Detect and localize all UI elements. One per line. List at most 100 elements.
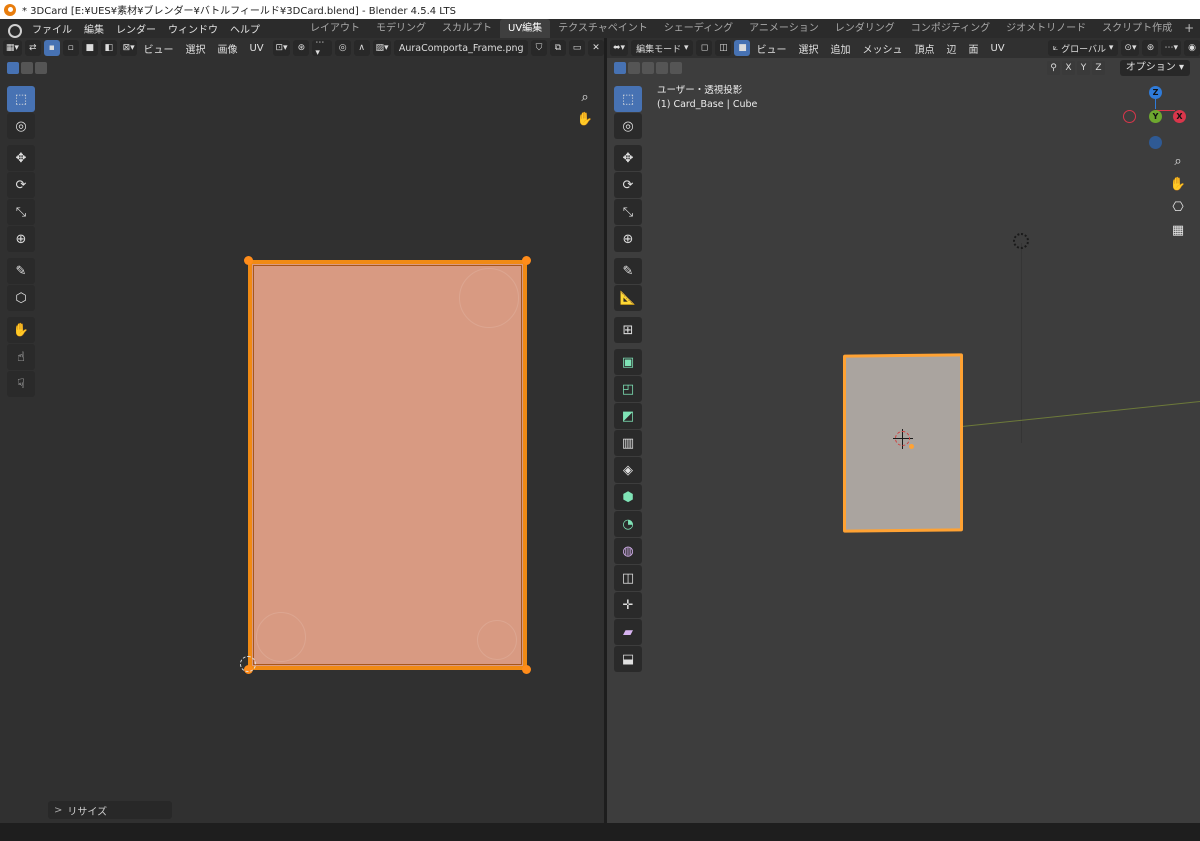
cursor-tool[interactable]: ◎ (7, 113, 35, 139)
tab-sculpting[interactable]: スカルプト (434, 19, 500, 38)
zoom-icon[interactable]: ⌕ (1167, 150, 1189, 172)
unlink-image-icon[interactable]: ✕ (588, 40, 604, 56)
pivot-icon[interactable]: ⊙▾ (1121, 40, 1140, 56)
uv-menu-select[interactable]: 選択 (179, 41, 211, 56)
tab-scripting[interactable]: スクリプト作成 (1094, 19, 1180, 38)
image-browse-icon[interactable]: ▨▾ (372, 40, 392, 56)
shrink-fatten-tool[interactable]: ✛ (614, 592, 642, 618)
proportional-edit-icon[interactable]: ◉ (1184, 40, 1200, 56)
image-name-field[interactable]: AuraComporta_Frame.png (394, 40, 528, 56)
menu-render[interactable]: レンダー (110, 21, 162, 36)
select-mode-new-icon[interactable] (7, 62, 19, 74)
fake-user-icon[interactable]: ⛉ (531, 40, 547, 56)
snap-icon[interactable]: ⊛ (1142, 40, 1159, 56)
gizmo-z-axis[interactable]: Z (1149, 86, 1162, 99)
tab-rendering[interactable]: レンダリング (827, 19, 903, 38)
select-mode-extend-icon[interactable] (628, 62, 640, 74)
gizmo-x-axis[interactable]: X (1173, 110, 1186, 123)
vp-menu-select[interactable]: 選択 (792, 41, 824, 56)
face-select-mode-icon[interactable]: ■ (81, 40, 98, 56)
uv-vertex[interactable] (522, 665, 531, 674)
uv-vertex[interactable] (522, 256, 531, 265)
gizmo-neg-z-axis[interactable] (1149, 136, 1162, 149)
tab-shading[interactable]: シェーディング (656, 19, 741, 38)
menu-edit[interactable]: 編集 (78, 21, 110, 36)
bevel-tool[interactable]: ◩ (614, 403, 642, 429)
last-operator-panel[interactable]: > リサイズ (48, 801, 172, 819)
vertex-select-mode-icon[interactable]: ▪ (43, 40, 60, 56)
measure-tool[interactable]: 📐 (614, 285, 642, 311)
island-select-mode-icon[interactable]: ◧ (100, 40, 117, 56)
tab-modeling[interactable]: モデリング (368, 19, 434, 38)
scale-tool[interactable]: ⤡ (7, 199, 35, 225)
add-cube-tool[interactable]: ⊞ (614, 317, 642, 343)
grab-tool[interactable]: ✋ (7, 317, 35, 343)
face-select-mode-icon[interactable]: ■ (734, 40, 751, 56)
add-workspace-button[interactable]: + (1180, 19, 1198, 38)
axis-x-toggle[interactable]: X (1062, 61, 1075, 75)
poly-build-tool[interactable]: ⬢ (614, 484, 642, 510)
extrude-tool[interactable]: ▣ (614, 349, 642, 375)
vertex-select-mode-icon[interactable]: ◻ (696, 40, 713, 56)
camera-view-icon[interactable]: ⎔ (1167, 196, 1189, 218)
annotate-tool[interactable]: ✎ (7, 258, 35, 284)
smooth-tool[interactable]: ◍ (614, 538, 642, 564)
pan-hand-icon[interactable]: ✋ (574, 108, 596, 130)
tab-texture-paint[interactable]: テクスチャペイント (550, 19, 656, 38)
proportional-edit-icon[interactable]: ◎ (334, 40, 351, 56)
edge-slide-tool[interactable]: ◫ (614, 565, 642, 591)
spin-tool[interactable]: ◔ (614, 511, 642, 537)
transform-tool[interactable]: ⊕ (614, 226, 642, 252)
relax-tool[interactable]: ☝ (7, 344, 35, 370)
select-mode-subtract-icon[interactable] (642, 62, 654, 74)
uv-menu-uv[interactable]: UV (243, 43, 269, 54)
shear-tool[interactable]: ▰ (614, 619, 642, 645)
gizmo-neg-x-axis[interactable] (1123, 110, 1136, 123)
select-box-tool[interactable]: ⬚ (614, 86, 642, 112)
2d-cursor-icon[interactable] (240, 656, 256, 672)
axis-y-toggle[interactable]: Y (1077, 61, 1090, 75)
tab-layout[interactable]: レイアウト (302, 19, 368, 38)
annotate-tool[interactable]: ✎ (614, 258, 642, 284)
edge-select-mode-icon[interactable]: ▫ (62, 40, 79, 56)
transform-tool[interactable]: ⊕ (7, 226, 35, 252)
select-mode-subtract-icon[interactable] (35, 62, 47, 74)
vp-menu-vertex[interactable]: 頂点 (908, 41, 940, 56)
card-mesh[interactable] (843, 353, 963, 533)
mirror-icon[interactable]: ⚲ (1047, 61, 1060, 75)
options-dropdown[interactable]: オプション ▾ (1119, 60, 1190, 76)
zoom-icon[interactable]: ⌕ (574, 86, 596, 108)
pinch-tool[interactable]: ☟ (7, 371, 35, 397)
3d-cursor-icon[interactable] (895, 431, 910, 446)
uv-island[interactable] (244, 256, 531, 674)
select-mode-intersect-icon[interactable] (670, 62, 682, 74)
move-tool[interactable]: ✥ (614, 145, 642, 171)
rotate-tool[interactable]: ⟳ (7, 172, 35, 198)
snap-icon[interactable]: ⊛ (293, 40, 310, 56)
vp-menu-add[interactable]: 追加 (824, 41, 856, 56)
tab-animation[interactable]: アニメーション (741, 19, 827, 38)
3d-viewport[interactable]: ⬌▾ 編集モード ▾ ◻ ◫ ■ ビュー 選択 追加 メッシュ 頂点 辺 面 U… (607, 38, 1200, 823)
vp-menu-view[interactable]: ビュー (750, 41, 792, 56)
mode-dropdown[interactable]: 編集モード ▾ (631, 40, 694, 56)
knife-tool[interactable]: ◈ (614, 457, 642, 483)
loop-cut-tool[interactable]: ▥ (614, 430, 642, 456)
editor-type-icon[interactable]: ⬌▾ (610, 40, 629, 56)
menu-file[interactable]: ファイル (26, 21, 78, 36)
pivot-point-icon[interactable]: ⊡▾ (272, 40, 291, 56)
rotate-tool[interactable]: ⟳ (614, 172, 642, 198)
vp-menu-face[interactable]: 面 (962, 41, 984, 56)
snap-target-icon[interactable]: ⋯▾ (1161, 40, 1181, 56)
uv-menu-image[interactable]: 画像 (211, 41, 243, 56)
tab-geometry-nodes[interactable]: ジオメトリノード (998, 19, 1094, 38)
vp-menu-mesh[interactable]: メッシュ (856, 41, 908, 56)
uv-editor[interactable]: ▦▾ ⇄ ▪ ▫ ■ ◧ ⊠▾ ビュー 選択 画像 UV ⊡▾ ⊛ ⋯▾ ◎ ∧… (0, 38, 604, 823)
select-mode-new-icon[interactable] (614, 62, 626, 74)
pan-hand-icon[interactable]: ✋ (1167, 173, 1189, 195)
ortho-toggle-icon[interactable]: ▦ (1167, 219, 1189, 241)
select-mode-extend-icon[interactable] (21, 62, 33, 74)
menu-window[interactable]: ウィンドウ (162, 21, 224, 36)
tab-compositing[interactable]: コンポジティング (903, 19, 998, 38)
sync-selection-icon[interactable]: ⇄ (24, 40, 41, 56)
uv-vertex[interactable] (244, 256, 253, 265)
